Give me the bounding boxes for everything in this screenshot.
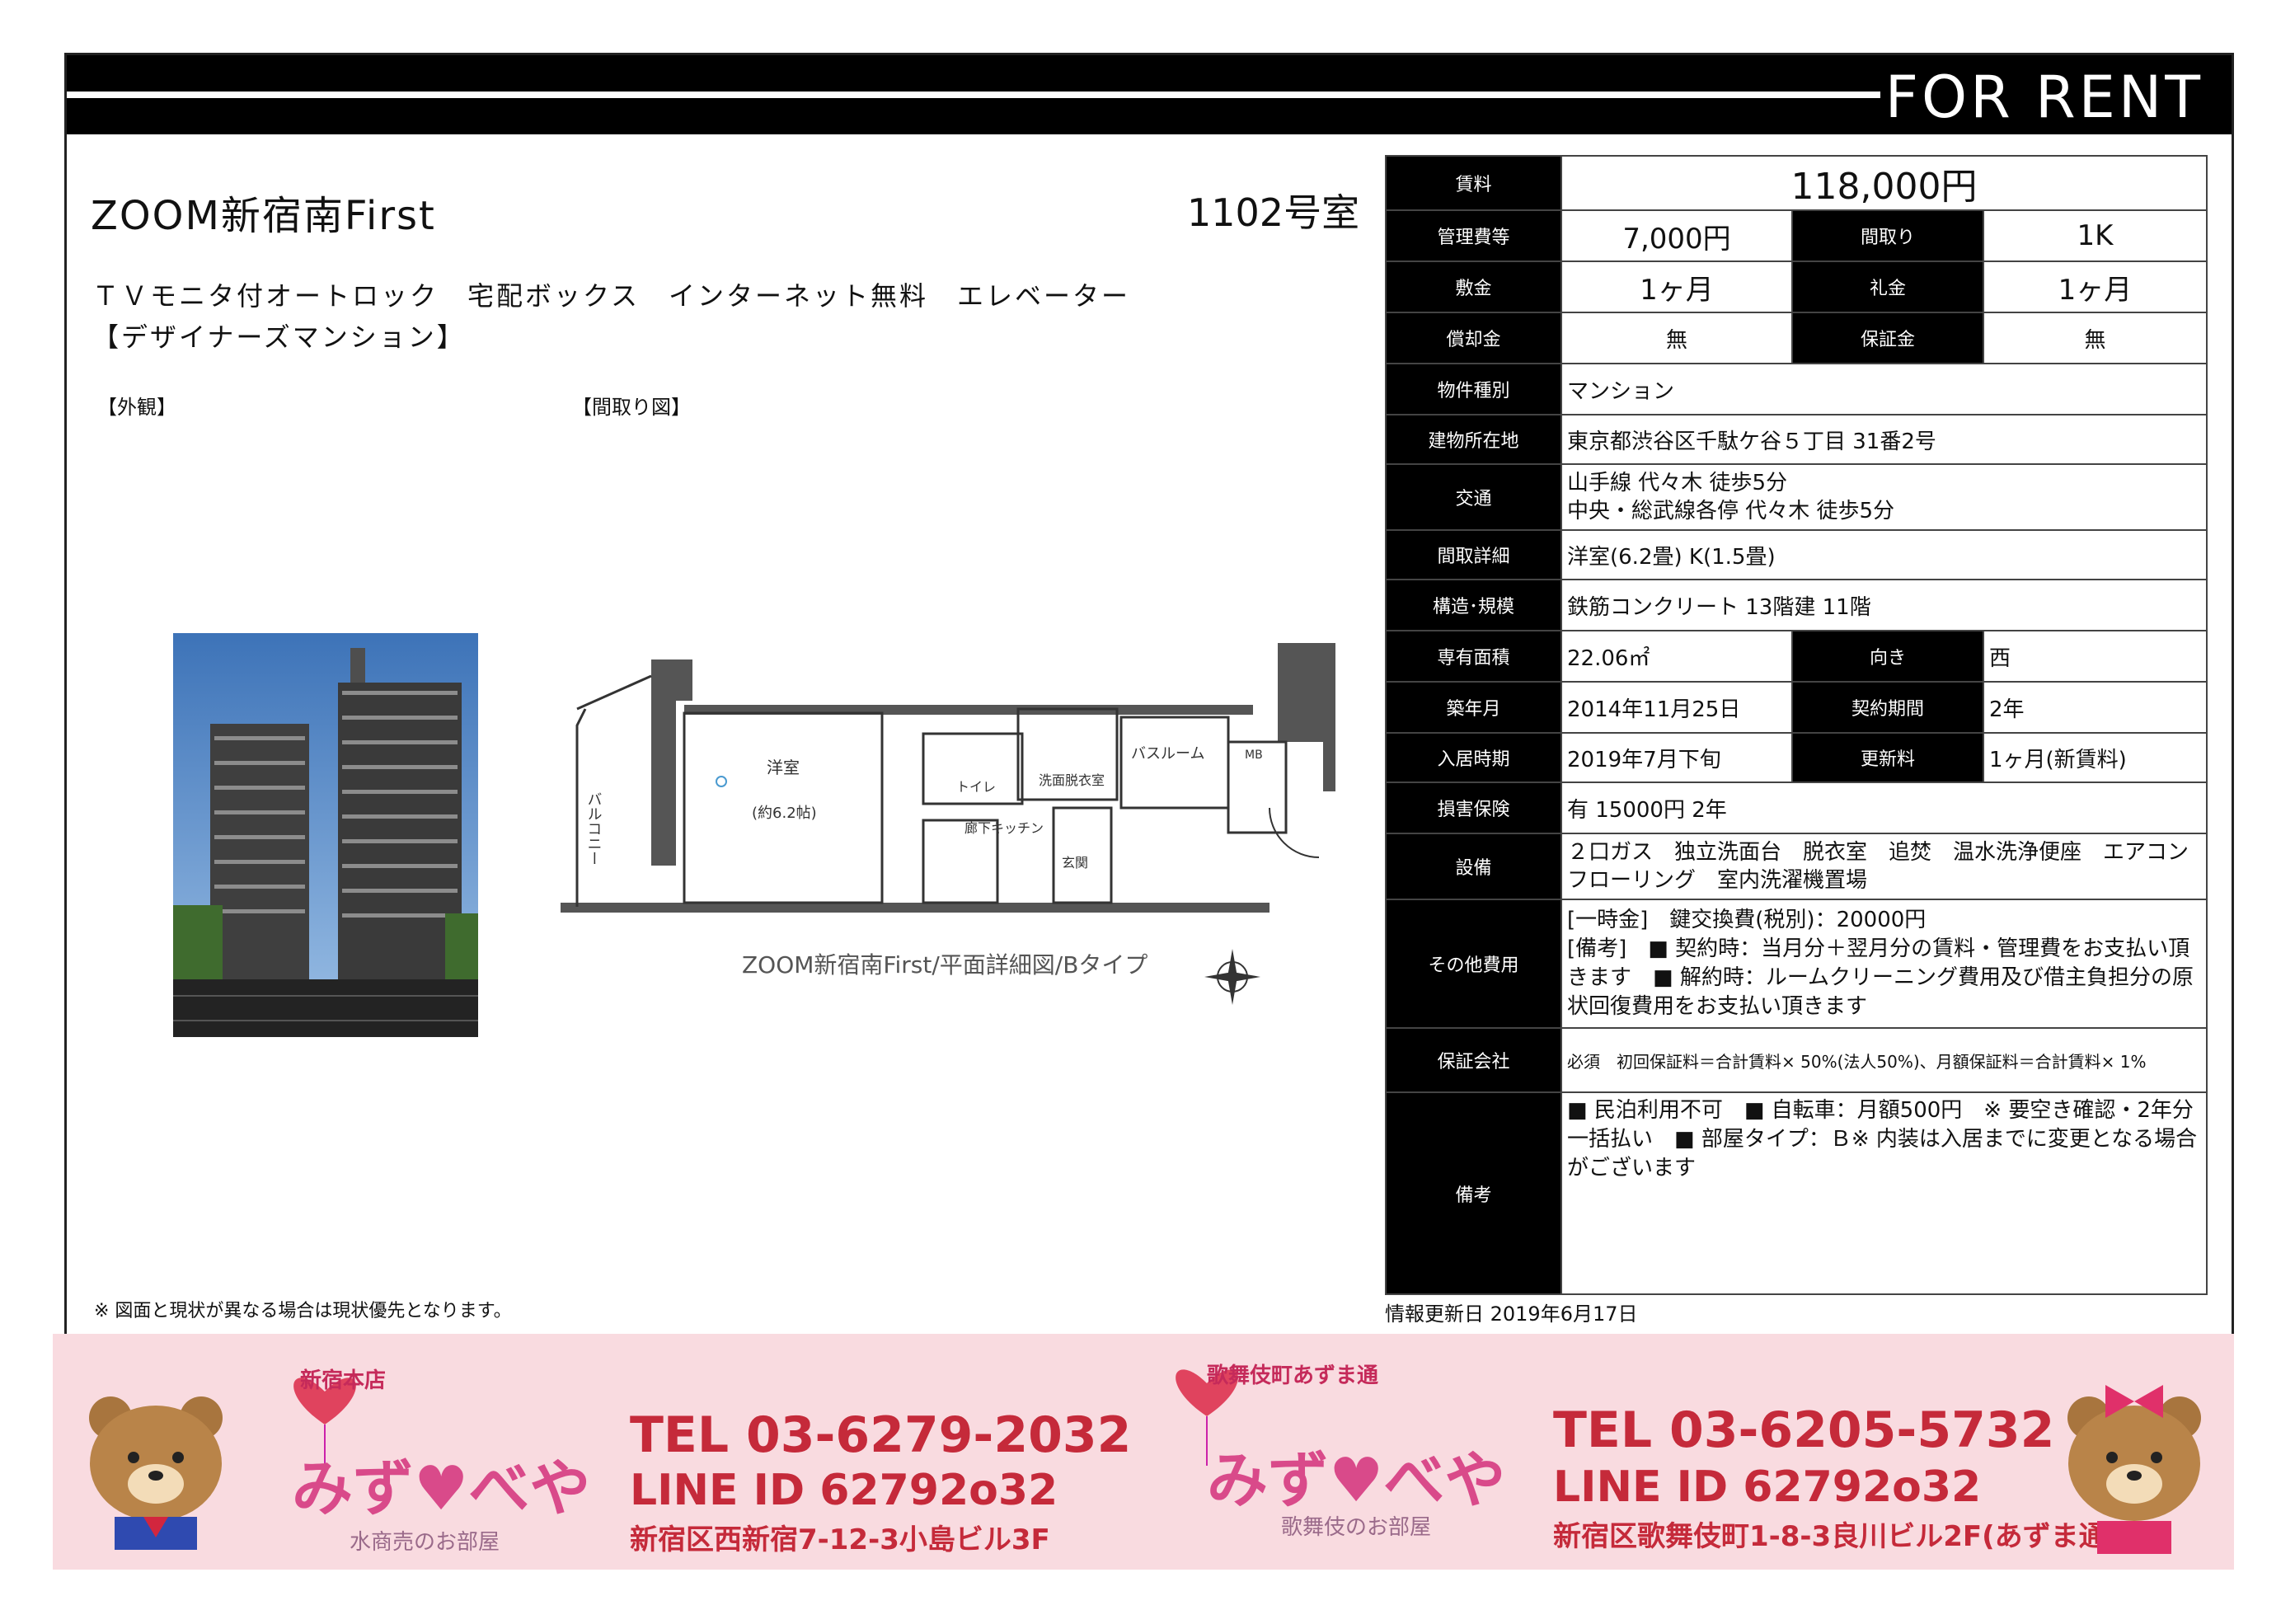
area-label: 専有面積 bbox=[1385, 630, 1562, 683]
bear-mascot-icon bbox=[89, 1396, 223, 1550]
store2-logo: みず♥べや bbox=[1207, 1445, 1506, 1516]
plan-washroom-label: 洗面脱衣室 bbox=[1039, 772, 1105, 788]
built-label: 築年月 bbox=[1385, 681, 1562, 734]
insurance-label: 損害保険 bbox=[1385, 781, 1562, 834]
renew-value: 1ヶ月(新賃料) bbox=[1983, 732, 2208, 783]
rent-label: 賃料 bbox=[1385, 155, 1562, 211]
features-line-1: ＴＶモニタ付オートロック 宅配ボックス インターネット無料 エレベーター bbox=[92, 280, 1131, 312]
movein-value: 2019年7月下旬 bbox=[1561, 732, 1793, 783]
other-fees-label: その他費用 bbox=[1385, 899, 1562, 1029]
room-number: 1102号室 bbox=[1187, 190, 1360, 235]
detail-label: 間取詳細 bbox=[1385, 529, 1562, 580]
remarks-label: 備考 bbox=[1385, 1091, 1562, 1295]
plan-bath-label: バスルーム bbox=[1131, 745, 1204, 763]
store2-tag: 歌舞伎町あずま通 bbox=[1207, 1364, 1379, 1388]
transit-line-2: 中央・総武線各停 代々木 徒歩5分 bbox=[1567, 499, 1895, 523]
updated-date: 情報更新日 2019年6月17日 bbox=[1385, 1302, 1638, 1326]
remarks-value: ■ 民泊利用不可 ■ 自転車：月額500円 ※ 要空き確認・2年分一括払い ■ … bbox=[1561, 1091, 2208, 1295]
direction-value: 西 bbox=[1983, 630, 2208, 683]
guarantee-label: 保証金 bbox=[1791, 312, 1984, 364]
for-rent-title: FOR RENT bbox=[1884, 63, 2203, 131]
plan-kitchen-label: 廊下キッチン bbox=[964, 820, 1044, 836]
disclaimer-note: ※ 図面と現状が異なる場合は現状優先となります。 bbox=[94, 1301, 512, 1321]
floorplan-diagram: 洋室 (約6.2帖) バルコニー トイレ 洗面脱衣室 バスルーム 廊下キッチン … bbox=[561, 643, 1335, 1005]
insurance-value: 有 15000円 2年 bbox=[1561, 781, 2208, 834]
built-value: 2014年11月25日 bbox=[1561, 681, 1793, 734]
header-bar: FOR RENT bbox=[67, 55, 2232, 134]
rent-value: 118,000円 bbox=[1561, 155, 2208, 211]
plan-balcony-label: バルコニー bbox=[585, 791, 603, 866]
store1-subtitle: 水商売のお部屋 bbox=[350, 1530, 500, 1555]
contract-label: 契約期間 bbox=[1791, 681, 1984, 734]
store1-line-id[interactable]: LINE ID 62792o32 bbox=[630, 1466, 1058, 1515]
spec-table: 賃料 118,000円 管理費等 7,000円 間取り 1K 敷金 1ヶ月 礼金… bbox=[1385, 155, 2210, 1295]
mgmt-label: 管理費等 bbox=[1385, 209, 1562, 262]
compass-icon bbox=[1204, 949, 1260, 1005]
amort-value: 無 bbox=[1561, 312, 1793, 364]
keymoney-label: 礼金 bbox=[1791, 260, 1984, 313]
plan-room-size: (約6.2帖) bbox=[752, 805, 817, 822]
direction-label: 向き bbox=[1791, 630, 1984, 683]
layout-label: 間取り bbox=[1791, 209, 1984, 262]
bear-mascot-icon bbox=[2067, 1385, 2201, 1554]
exterior-photo bbox=[173, 633, 478, 1037]
store2-subtitle: 歌舞伎のお部屋 bbox=[1281, 1515, 1432, 1540]
store2-tel[interactable]: TEL 03-6205-5732 bbox=[1553, 1401, 2054, 1459]
address-value: 東京都渋谷区千駄ケ谷５丁目 31番2号 bbox=[1561, 414, 2208, 465]
equipment-label: 設備 bbox=[1385, 833, 1562, 900]
deposit-value: 1ヶ月 bbox=[1561, 260, 1793, 313]
type-label: 物件種別 bbox=[1385, 363, 1562, 415]
guarantee-value: 無 bbox=[1983, 312, 2208, 364]
header-stripe bbox=[67, 92, 1880, 98]
store1-logo: みず♥べや bbox=[292, 1453, 591, 1524]
store1-tag: 新宿本店 bbox=[300, 1368, 387, 1393]
floorplan-label: 【間取り図】 bbox=[572, 396, 691, 419]
plan-mb-label: MB bbox=[1245, 749, 1263, 762]
other-fees-line-2: [備考] ■ 契約時：当月分＋翌月分の賃料・管理費をお支払い頂きます ■ 解約時… bbox=[1567, 936, 2194, 1019]
features: ＴＶモニタ付オートロック 宅配ボックス インターネット無料 エレベーター 【デザ… bbox=[92, 275, 1130, 358]
store1-address: 新宿区西新宿7-12-3小島ビル3F bbox=[630, 1523, 1050, 1556]
agency-banner: 新宿本店 みず♥べや 水商売のお部屋 TEL 03-6279-2032 LINE… bbox=[53, 1334, 2234, 1570]
guarantor-label: 保証会社 bbox=[1385, 1027, 1562, 1093]
address-label: 建物所在地 bbox=[1385, 414, 1562, 465]
transit-label: 交通 bbox=[1385, 463, 1562, 531]
mgmt-value: 7,000円 bbox=[1561, 209, 1793, 262]
features-line-2: 【デザイナーズマンション】 bbox=[92, 322, 466, 353]
floorplan-caption: ZOOM新宿南First/平面詳細図/Bタイプ bbox=[742, 951, 1148, 979]
plan-toilet-label: トイレ bbox=[956, 779, 996, 795]
other-fees-line-1: [一時金] 鍵交換費(税別)：20000円 bbox=[1567, 908, 1927, 932]
layout-value: 1K bbox=[1983, 209, 2208, 262]
store2-line-id[interactable]: LINE ID 62792o32 bbox=[1553, 1462, 1981, 1512]
detail-value: 洋室(6.2畳) K(1.5畳) bbox=[1561, 529, 2208, 580]
store1-tel[interactable]: TEL 03-6279-2032 bbox=[630, 1406, 1131, 1464]
structure-value: 鉄筋コンクリート 13階建 11階 bbox=[1561, 579, 2208, 631]
type-value: マンション bbox=[1561, 363, 2208, 415]
renew-label: 更新料 bbox=[1791, 732, 1984, 783]
exterior-label: 【外観】 bbox=[97, 396, 176, 419]
plan-room-label: 洋室 bbox=[767, 758, 800, 777]
contract-value: 2年 bbox=[1983, 681, 2208, 734]
transit-line-1: 山手線 代々木 徒歩5分 bbox=[1567, 471, 1788, 495]
movein-label: 入居時期 bbox=[1385, 732, 1562, 783]
plan-entrance-label: 玄関 bbox=[1062, 855, 1088, 871]
area-value: 22.06㎡ bbox=[1561, 630, 1793, 683]
amort-label: 償却金 bbox=[1385, 312, 1562, 364]
building-name: ZOOM新宿南First bbox=[91, 193, 436, 239]
equipment-value: ２口ガス 独立洗面台 脱衣室 追焚 温水洗浄便座 エアコン フローリング 室内洗… bbox=[1561, 833, 2210, 900]
guarantor-value: 必須 初回保証料＝合計賃料× 50%(法人50%)、月額保証料＝合計賃料× 1% bbox=[1561, 1027, 2208, 1093]
structure-label: 構造･規模 bbox=[1385, 579, 1562, 631]
deposit-label: 敷金 bbox=[1385, 260, 1562, 313]
keymoney-value: 1ヶ月 bbox=[1983, 260, 2208, 313]
